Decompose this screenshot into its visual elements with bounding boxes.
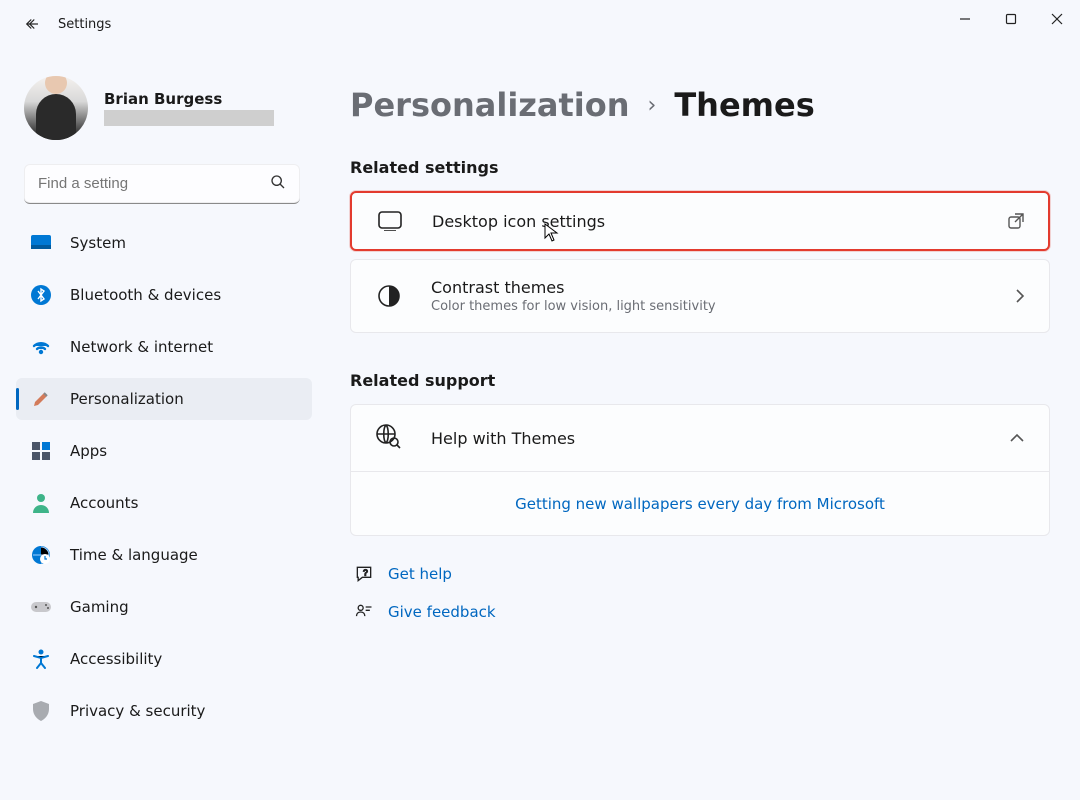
monitor-icon [30,232,52,254]
contrast-icon [375,284,403,308]
nav-item-bluetooth[interactable]: Bluetooth & devices [16,274,312,316]
search-input[interactable] [24,164,300,204]
arrow-left-icon [23,15,41,33]
maximize-button[interactable] [988,0,1034,38]
help-with-themes-header[interactable]: Help with Themes [351,405,1049,471]
card-title: Help with Themes [431,429,575,448]
nav-label: System [70,234,126,252]
search-icon[interactable] [270,174,286,194]
minimize-icon [959,13,971,25]
related-settings-heading: Related settings [350,158,1050,177]
accessibility-icon [30,648,52,670]
contrast-themes-card[interactable]: Contrast themes Color themes for low vis… [350,259,1050,333]
get-help-row[interactable]: ? Get help [354,564,1050,584]
card-subtitle: Color themes for low vision, light sensi… [431,299,716,314]
nav-item-accessibility[interactable]: Accessibility [16,638,312,680]
card-title: Contrast themes [431,278,716,297]
nav-label: Accessibility [70,650,162,668]
breadcrumb-parent[interactable]: Personalization [350,86,630,124]
app-title: Settings [58,17,111,32]
wallpapers-link-row: Getting new wallpapers every day from Mi… [351,471,1049,535]
minimize-button[interactable] [942,0,988,38]
open-external-icon [1008,213,1024,229]
desktop-icon-settings-card[interactable]: Desktop icon settings [350,191,1050,251]
chat-help-icon: ? [354,564,374,584]
shield-icon [30,700,52,722]
search-wrap [24,164,300,204]
nav-label: Gaming [70,598,129,616]
nav-item-system[interactable]: System [16,222,312,264]
svg-text:?: ? [363,568,368,578]
give-feedback-row[interactable]: Give feedback [354,602,1050,622]
close-button[interactable] [1034,0,1080,38]
globe-clock-icon [30,544,52,566]
nav-item-personalization[interactable]: Personalization [16,378,312,420]
help-with-themes-card: Help with Themes Getting new wallpapers … [350,404,1050,536]
chevron-right-icon [1015,288,1025,304]
card-title: Desktop icon settings [432,212,605,231]
profile-name: Brian Burgess [104,90,274,108]
chevron-up-icon [1009,433,1025,443]
profile-block[interactable]: Brian Burgess [16,56,320,164]
breadcrumb-current: Themes [674,86,814,124]
nav-label: Network & internet [70,338,213,356]
feedback-icon [354,602,374,622]
related-support-heading: Related support [350,371,1050,390]
wifi-icon [30,336,52,358]
titlebar: Settings [0,0,1080,48]
nav-label: Accounts [70,494,138,512]
get-help-link[interactable]: Get help [388,565,452,583]
give-feedback-link[interactable]: Give feedback [388,603,496,621]
gamepad-icon [30,596,52,618]
desktop-icon [376,211,404,231]
chevron-right-icon: › [648,93,657,118]
nav-item-gaming[interactable]: Gaming [16,586,312,628]
nav-label: Time & language [70,546,198,564]
back-button[interactable] [16,8,48,40]
apps-icon [30,440,52,462]
bluetooth-icon [30,284,52,306]
person-icon [30,492,52,514]
close-icon [1051,13,1063,25]
breadcrumb: Personalization › Themes [350,86,1050,124]
nav-item-accounts[interactable]: Accounts [16,482,312,524]
paintbrush-icon [30,388,52,410]
nav-label: Bluetooth & devices [70,286,221,304]
sidebar: Brian Burgess System Bluetooth & devi [0,48,320,800]
nav-label: Apps [70,442,107,460]
nav-item-apps[interactable]: Apps [16,430,312,472]
footer-links: ? Get help Give feedback [350,564,1050,622]
maximize-icon [1005,13,1017,25]
wallpapers-link[interactable]: Getting new wallpapers every day from Mi… [515,495,885,513]
nav-item-privacy[interactable]: Privacy & security [16,690,312,732]
avatar [24,76,88,140]
profile-email-redacted [104,110,274,126]
nav-item-time-language[interactable]: Time & language [16,534,312,576]
main-content: Personalization › Themes Related setting… [320,48,1080,800]
nav-item-network[interactable]: Network & internet [16,326,312,368]
nav-label: Privacy & security [70,702,205,720]
nav-list: System Bluetooth & devices Network & int… [16,222,320,742]
globe-search-icon [375,423,403,453]
nav-label: Personalization [70,390,184,408]
